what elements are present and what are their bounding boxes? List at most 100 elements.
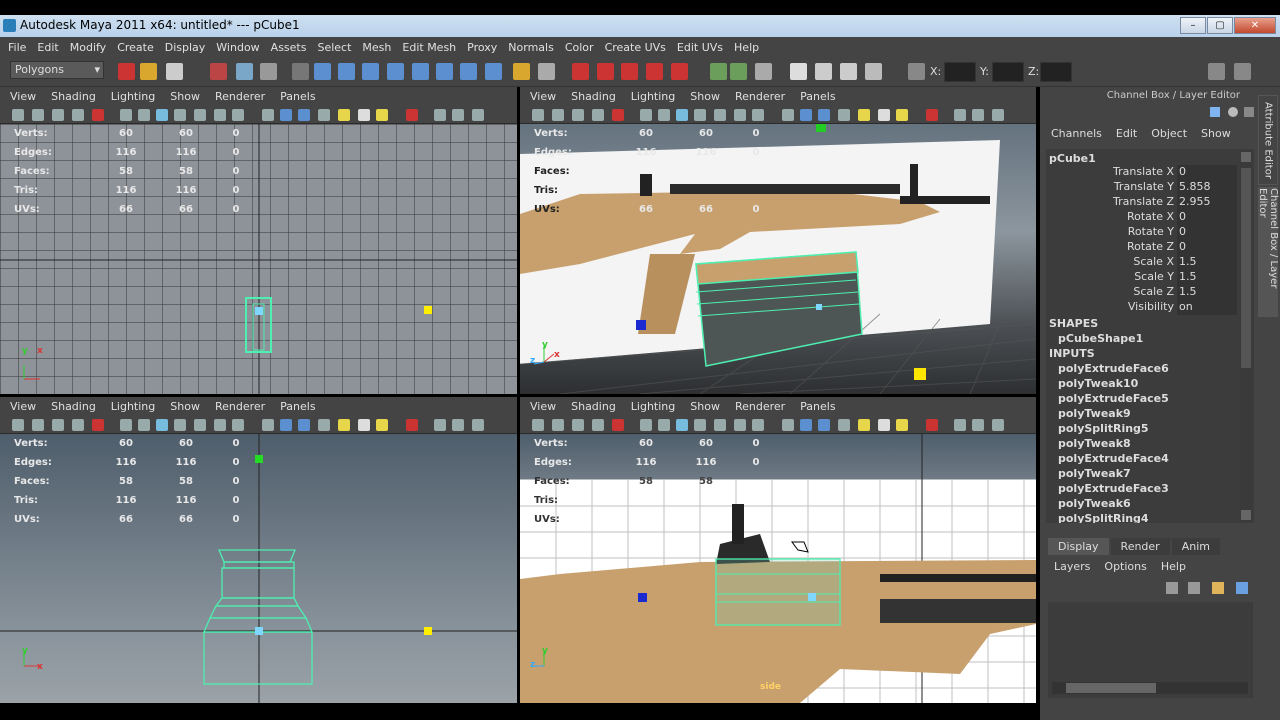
viewport-front-canvas[interactable]: Verts: 60 60 0 Edges: 116 116 0 Faces: 58 58 0 Tr… <box>0 434 517 703</box>
camera-handle[interactable] <box>636 320 646 330</box>
select-by-object-icon[interactable] <box>236 63 253 80</box>
minimize-button[interactable]: – <box>1180 17 1206 34</box>
snap-to-curves-icon[interactable] <box>597 63 614 80</box>
vp-menu-shading[interactable]: Shading <box>51 90 96 103</box>
xray-active-components-icon[interactable] <box>992 109 1004 121</box>
settings-icon[interactable] <box>1228 107 1238 117</box>
screen-space-ao-icon[interactable] <box>376 419 388 431</box>
menu-display[interactable]: Display <box>165 41 206 54</box>
select-handles-icon[interactable] <box>314 63 331 80</box>
vp-menu-view[interactable]: View <box>10 400 36 413</box>
field-chart-icon[interactable] <box>714 109 726 121</box>
camera-icon[interactable] <box>532 109 544 121</box>
make-live-icon[interactable] <box>671 63 688 80</box>
z-coordinate-input[interactable] <box>1040 62 1072 82</box>
attr-row[interactable]: Translate Y 5.858 <box>1046 180 1246 195</box>
grid-icon[interactable] <box>120 109 132 121</box>
menu-mesh[interactable]: Mesh <box>362 41 391 54</box>
mask-dropdown-icon[interactable] <box>292 63 309 80</box>
input-node[interactable]: polyTweak8 <box>1058 437 1131 450</box>
resolution-gate-icon[interactable] <box>156 419 168 431</box>
viewport-top-canvas[interactable]: Verts: 60 60 0 Edges: 116 116 0 Faces: 58 58 0 Tr… <box>0 124 517 394</box>
vp-menu-view[interactable]: View <box>530 400 556 413</box>
new-layer-icon[interactable] <box>1212 582 1224 594</box>
image-plane-icon[interactable] <box>592 419 604 431</box>
hypershade-icon[interactable] <box>865 63 882 80</box>
layer-menu-options[interactable]: Options <box>1104 560 1146 573</box>
select-by-component-icon[interactable] <box>260 63 277 80</box>
y-coordinate-input[interactable] <box>992 62 1024 82</box>
viewport-side-canvas[interactable]: Verts: 60 60 0 Edges: 116 116 0 Faces: 58 58 Tri… <box>520 434 1036 703</box>
input-node[interactable]: polyExtrudeFace3 <box>1058 482 1169 495</box>
x-coordinate-input[interactable] <box>944 62 976 82</box>
select-joints-icon[interactable] <box>338 63 355 80</box>
close-button[interactable]: ✕ <box>1234 17 1276 34</box>
safe-title-icon[interactable] <box>232 419 244 431</box>
menu-assets[interactable]: Assets <box>271 41 307 54</box>
viewport-persp[interactable]: View Shading Lighting Show Renderer Pane… <box>520 87 1036 394</box>
snap-to-points-icon[interactable] <box>621 63 638 80</box>
image-plane-icon[interactable] <box>592 109 604 121</box>
camera-handle[interactable] <box>638 593 647 602</box>
grid-icon[interactable] <box>640 109 652 121</box>
render-current-frame-icon[interactable] <box>790 63 807 80</box>
xray-icon[interactable] <box>954 419 966 431</box>
tab-display[interactable]: Display <box>1048 538 1109 555</box>
bookmark-icon[interactable] <box>572 419 584 431</box>
xray-joints-icon[interactable] <box>972 109 984 121</box>
smooth-shade-icon[interactable] <box>800 109 812 121</box>
tab-anim[interactable]: Anim <box>1171 538 1220 555</box>
select-by-hierarchy-icon[interactable] <box>210 63 227 80</box>
menu-modify[interactable]: Modify <box>70 41 106 54</box>
vp-menu-shading[interactable]: Shading <box>571 90 616 103</box>
screen-space-ao-icon[interactable] <box>896 419 908 431</box>
vp-menu-renderer[interactable]: Renderer <box>735 400 785 413</box>
screen-space-ao-icon[interactable] <box>376 109 388 121</box>
input-node[interactable]: polySplitRing5 <box>1058 422 1149 435</box>
textured-icon[interactable] <box>838 419 850 431</box>
vp-menu-show[interactable]: Show <box>170 90 200 103</box>
isolate-select-icon[interactable] <box>406 109 418 121</box>
field-chart-icon[interactable] <box>714 419 726 431</box>
use-default-light-icon[interactable] <box>858 419 870 431</box>
menu-normals[interactable]: Normals <box>508 41 554 54</box>
vp-menu-show[interactable]: Show <box>170 400 200 413</box>
select-deformations-icon[interactable] <box>412 63 429 80</box>
safe-title-icon[interactable] <box>752 419 764 431</box>
manipulator-center[interactable] <box>255 307 263 315</box>
film-gate-icon[interactable] <box>658 109 670 121</box>
pcube-front-wireframe[interactable] <box>203 549 313 685</box>
tab-attribute-editor[interactable]: Attribute Editor <box>1258 95 1278 185</box>
attr-value[interactable]: 0 <box>1177 225 1237 240</box>
input-node[interactable]: polyExtrudeFace5 <box>1058 392 1169 405</box>
attr-value[interactable]: 1.5 <box>1177 270 1237 285</box>
scroll-up-arrow-icon[interactable] <box>1241 152 1251 162</box>
camera-icon[interactable] <box>12 419 24 431</box>
menu-edit-uvs[interactable]: Edit UVs <box>677 41 723 54</box>
textured-icon[interactable] <box>318 419 330 431</box>
input-node[interactable]: polyTweak7 <box>1058 467 1131 480</box>
safe-action-icon[interactable] <box>734 109 746 121</box>
show-hide-channel-box-icon[interactable] <box>1234 63 1251 80</box>
vp-menu-lighting[interactable]: Lighting <box>631 90 675 103</box>
resolution-gate-icon[interactable] <box>156 109 168 121</box>
select-curves-icon[interactable] <box>362 63 379 80</box>
wireframe-on-shaded-icon[interactable] <box>298 419 310 431</box>
bookmark-icon[interactable] <box>52 419 64 431</box>
smooth-shade-icon[interactable] <box>800 419 812 431</box>
use-default-light-icon[interactable] <box>858 109 870 121</box>
two-d-pan-zoom-icon[interactable] <box>612 419 624 431</box>
vp-menu-view[interactable]: View <box>530 90 556 103</box>
pin-icon[interactable] <box>1210 107 1220 117</box>
camera-attributes-icon[interactable] <box>32 419 44 431</box>
wrench-icon[interactable] <box>1244 107 1254 117</box>
xray-active-components-icon[interactable] <box>992 419 1004 431</box>
vp-menu-renderer[interactable]: Renderer <box>735 90 785 103</box>
select-surfaces-icon[interactable] <box>387 63 404 80</box>
menu-edit[interactable]: Edit <box>37 41 58 54</box>
vp-menu-lighting[interactable]: Lighting <box>111 90 155 103</box>
film-gate-icon[interactable] <box>138 419 150 431</box>
xray-icon[interactable] <box>954 109 966 121</box>
attr-row[interactable]: Translate X0 <box>1046 165 1246 180</box>
new-layer-from-selection-icon[interactable] <box>1236 582 1248 594</box>
